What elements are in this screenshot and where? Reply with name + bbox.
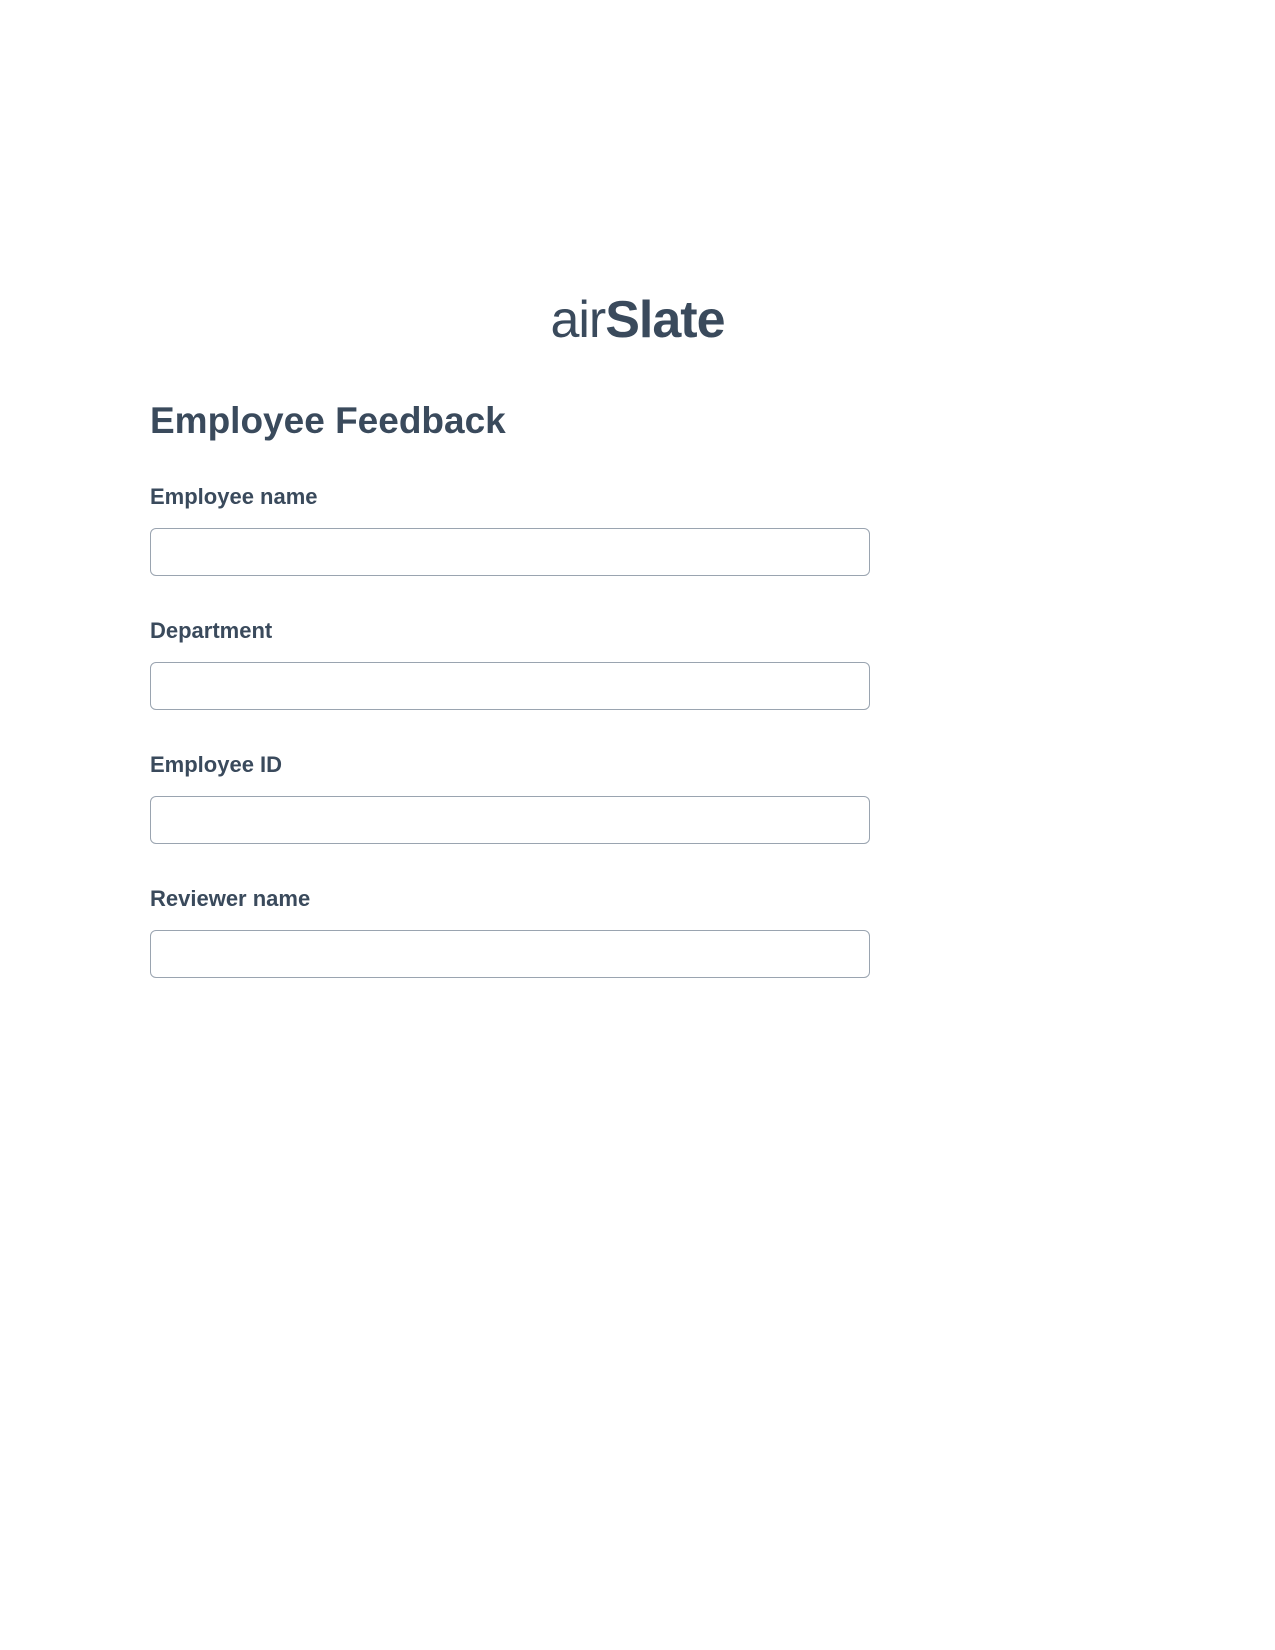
employee-id-input[interactable] [150, 796, 870, 844]
logo-container: airSlate [0, 290, 1275, 350]
employee-name-input[interactable] [150, 528, 870, 576]
logo-text-part2: Slate [605, 291, 724, 349]
reviewer-name-input[interactable] [150, 930, 870, 978]
employee-id-label: Employee ID [150, 752, 870, 778]
form-container: Employee Feedback Employee name Departme… [150, 400, 870, 978]
employee-name-field: Employee name [150, 484, 870, 576]
department-field: Department [150, 618, 870, 710]
reviewer-name-field: Reviewer name [150, 886, 870, 978]
brand-logo: airSlate [550, 290, 724, 350]
department-label: Department [150, 618, 870, 644]
logo-text-part1: air [550, 291, 605, 349]
reviewer-name-label: Reviewer name [150, 886, 870, 912]
department-input[interactable] [150, 662, 870, 710]
form-title: Employee Feedback [150, 400, 870, 442]
employee-name-label: Employee name [150, 484, 870, 510]
employee-id-field: Employee ID [150, 752, 870, 844]
